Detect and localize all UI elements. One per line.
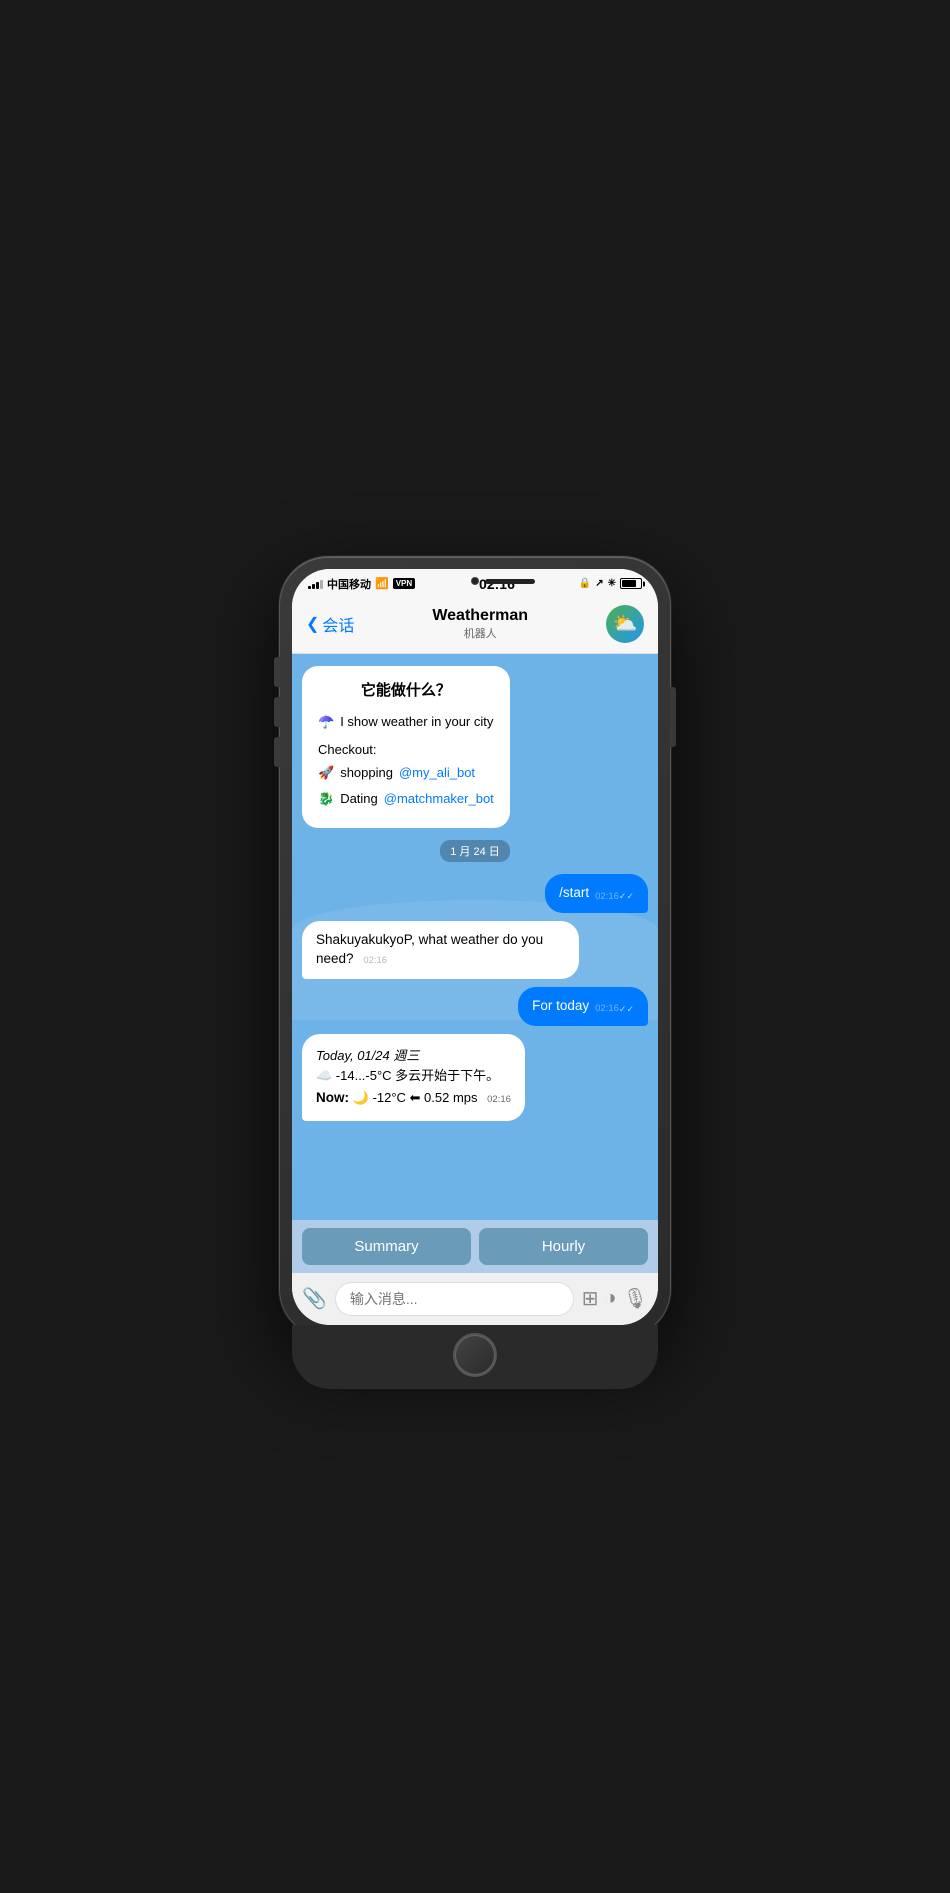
- weather-query-text: ShakuyakukyoP, what weather do you need?: [316, 932, 543, 966]
- today-text: For today: [532, 997, 589, 1016]
- back-button[interactable]: ❮ 会话: [306, 612, 354, 636]
- input-bar: 📎 ⊞ ◑ 🎙: [292, 1273, 658, 1325]
- weather-result-wrapper: Today, 01/24 週三 ☁️ -14...-5°C 多云开始于下午。 N…: [302, 1034, 648, 1121]
- action-buttons-bar: Summary Hourly: [292, 1220, 658, 1273]
- back-label: 会话: [322, 612, 354, 636]
- weather-now-row: Now: 🌙 -12°C ⬅ 0.52 mps 02:16: [316, 1087, 511, 1109]
- home-button[interactable]: [453, 1333, 497, 1377]
- dating-link[interactable]: @matchmaker_bot: [384, 789, 494, 809]
- front-camera: [471, 577, 479, 585]
- umbrella-line: ☂️ I show weather in your city: [318, 712, 494, 732]
- chevron-left-icon: ❮: [306, 614, 319, 634]
- summary-button[interactable]: Summary: [302, 1228, 471, 1265]
- navigation-bar: ❮ 会话 Weatherman 机器人 ⛅: [292, 597, 658, 654]
- sticker-icon[interactable]: ⊞: [582, 1286, 599, 1311]
- start-time-row: /start 02:16 ✓✓: [559, 884, 634, 903]
- vpn-badge: VPN: [393, 578, 415, 589]
- dragon-emoji: 🐉: [318, 789, 334, 809]
- hourly-button[interactable]: Hourly: [479, 1228, 648, 1265]
- weather-date-line: Today, 01/24 週三: [316, 1046, 511, 1067]
- bot-intro-wrapper: 它能做什么？ ☂️ I show weather in your city Ch…: [302, 666, 648, 829]
- weather-now-label: Now:: [316, 1090, 353, 1105]
- wifi-icon: 📶: [375, 577, 389, 590]
- bot-avatar[interactable]: ⛅: [606, 605, 644, 643]
- outgoing-today-wrapper: For today 02:16 ✓✓: [302, 987, 648, 1026]
- weather-now-details: 🌙 -12°C ⬅ 0.52 mps: [353, 1090, 478, 1105]
- start-time: 02:16: [595, 890, 619, 903]
- outgoing-start-bubble: /start 02:16 ✓✓: [545, 874, 648, 913]
- emoji-icon[interactable]: ◑: [605, 1287, 617, 1310]
- weather-query-time: 02:16: [363, 955, 387, 966]
- chat-area: 它能做什么？ ☂️ I show weather in your city Ch…: [292, 654, 658, 1220]
- today-ticks: ✓✓: [619, 1003, 634, 1016]
- speaker: [485, 579, 535, 584]
- umbrella-text: I show weather in your city: [340, 712, 493, 732]
- shopping-line: 🚀 shopping @my_ali_bot: [318, 763, 494, 783]
- nav-title-group: Weatherman 机器人: [432, 607, 528, 641]
- avatar-emoji: ⛅: [613, 611, 638, 636]
- weather-range-line: ☁️ -14...-5°C 多云开始于下午。: [316, 1066, 511, 1087]
- weather-query-wrapper: ShakuyakukyoP, what weather do you need?…: [302, 921, 648, 979]
- phone-frame: 中国移动 📶 VPN 02:16 🔒 ↗ ✳ ❮ 会话 Weatherman: [280, 557, 670, 1337]
- date-badge-text: 1 月 24 日: [440, 840, 510, 862]
- today-time-row: For today 02:16 ✓✓: [532, 997, 634, 1016]
- nav-title: Weatherman: [432, 607, 528, 625]
- shopping-text: shopping: [340, 763, 393, 783]
- home-indicator-area: [292, 1325, 658, 1389]
- shopping-link[interactable]: @my_ali_bot: [399, 763, 475, 783]
- start-ticks: ✓✓: [619, 890, 634, 903]
- dating-text: Dating: [340, 789, 378, 809]
- weather-query-bubble: ShakuyakukyoP, what weather do you need?…: [302, 921, 579, 979]
- input-right-icons: ⊞ ◑ 🎙: [582, 1286, 648, 1311]
- nav-subtitle: 机器人: [432, 625, 528, 641]
- weather-result-time: 02:16: [487, 1094, 511, 1105]
- rocket-emoji: 🚀: [318, 763, 334, 783]
- status-right: 🔒 ↗ ✳: [579, 578, 642, 589]
- battery-indicator: [620, 578, 642, 589]
- today-time: 02:16: [595, 1002, 619, 1015]
- mic-icon[interactable]: 🎙: [623, 1286, 648, 1311]
- carrier-label: 中国移动: [327, 576, 371, 592]
- checkout-section: Checkout: 🚀 shopping @my_ali_bot 🐉 Datin…: [318, 740, 494, 809]
- status-left: 中国移动 📶 VPN: [308, 576, 415, 592]
- signal-bars: [308, 579, 323, 589]
- weather-result-bubble: Today, 01/24 週三 ☁️ -14...-5°C 多云开始于下午。 N…: [302, 1034, 525, 1121]
- phone-screen: 中国移动 📶 VPN 02:16 🔒 ↗ ✳ ❮ 会话 Weatherman: [292, 569, 658, 1325]
- checkout-title: Checkout:: [318, 740, 494, 760]
- umbrella-emoji: ☂️: [318, 712, 334, 732]
- message-input[interactable]: [335, 1282, 574, 1316]
- lock-icon: 🔒: [579, 578, 591, 589]
- dating-line: 🐉 Dating @matchmaker_bot: [318, 789, 494, 809]
- bluetooth-icon: ✳: [608, 578, 616, 589]
- outgoing-start-wrapper: /start 02:16 ✓✓: [302, 874, 648, 913]
- date-badge: 1 月 24 日: [302, 840, 648, 862]
- outgoing-today-bubble: For today 02:16 ✓✓: [518, 987, 648, 1026]
- bot-intro-bubble: 它能做什么？ ☂️ I show weather in your city Ch…: [302, 666, 510, 829]
- bot-intro-title: 它能做什么？: [318, 680, 494, 703]
- start-text: /start: [559, 884, 589, 903]
- attach-icon[interactable]: 📎: [302, 1286, 327, 1311]
- location-icon: ↗: [595, 578, 603, 589]
